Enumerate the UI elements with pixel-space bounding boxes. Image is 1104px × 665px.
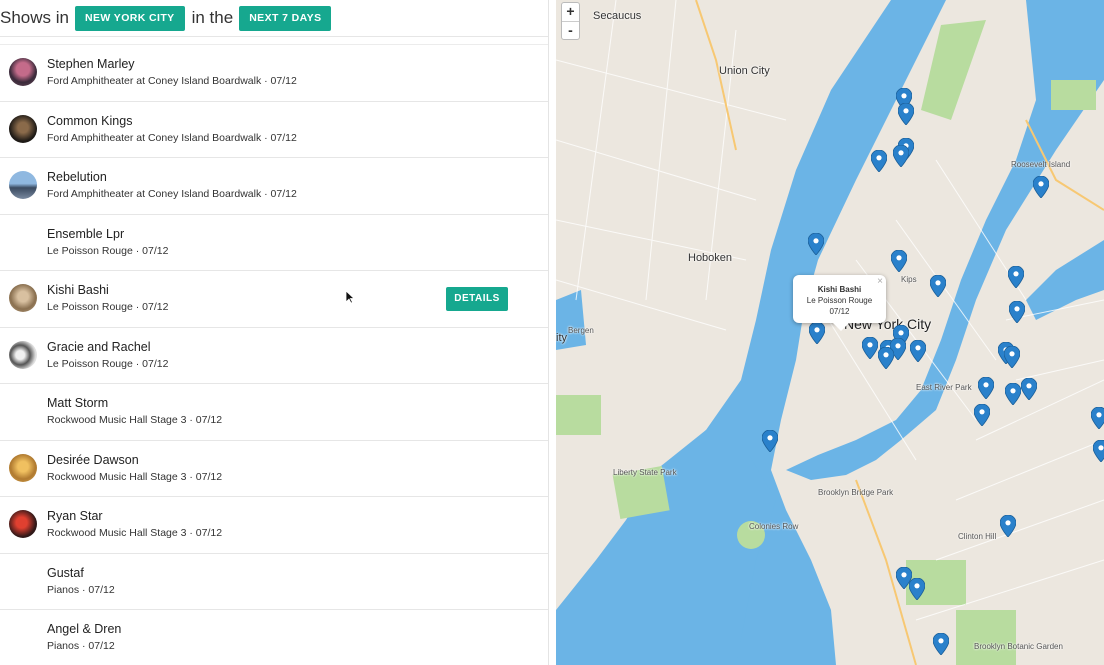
avatar: [9, 340, 37, 369]
avatar: [9, 58, 37, 86]
show-venue-date: Pianos · 07/12: [47, 640, 115, 652]
list-item[interactable]: Matt Storm Rockwood Music Hall Stage 3 ·…: [0, 383, 548, 440]
shows-panel: Shows in NEW YORK CITY in the NEXT 7 DAY…: [0, 0, 549, 665]
list-item[interactable]: Common Kings Ford Amphitheater at Coney …: [0, 100, 548, 158]
show-venue-date: Rockwood Music Hall Stage 3 · 07/12: [47, 470, 223, 483]
show-name: Ensemble Lpr: [47, 226, 125, 241]
city-selector-button[interactable]: NEW YORK CITY: [74, 5, 185, 31]
details-button[interactable]: DETAILS: [446, 287, 508, 311]
map-marker-icon[interactable]: [910, 340, 926, 362]
avatar: [9, 510, 37, 538]
map-marker-icon[interactable]: [891, 250, 907, 272]
popup-close-button[interactable]: ×: [877, 276, 883, 287]
show-venue-date: Ford Amphitheater at Coney Island Boardw…: [47, 75, 297, 87]
map-marker-icon[interactable]: [1091, 407, 1104, 429]
avatar: [9, 171, 37, 199]
map-label-governors: Colonies Row: [749, 522, 799, 531]
show-name: Matt Storm: [47, 396, 109, 410]
zoom-control: + -: [561, 2, 580, 40]
map-marker-icon[interactable]: [762, 430, 778, 452]
avatar: [9, 284, 37, 312]
map-label-bergen: Bergen: [568, 326, 594, 335]
map-label-liberty-state-park: Liberty State Park: [613, 468, 677, 477]
list-item[interactable]: Stephen Marley Ford Amphitheater at Cone…: [0, 44, 548, 101]
list-item[interactable]: Ensemble Lpr Le Poisson Rouge · 07/12: [0, 213, 548, 271]
header-prefix: Shows in: [0, 8, 69, 27]
show-name: Ryan Star: [47, 509, 103, 523]
list-item[interactable]: Gustaf Pianos · 07/12: [0, 552, 548, 610]
map-marker-icon[interactable]: [1000, 515, 1016, 537]
map-label-union-city: Union City: [719, 65, 770, 77]
mouse-cursor-icon: [345, 290, 355, 304]
map-label-city-edge: ity: [556, 332, 567, 344]
show-name: Common Kings: [47, 113, 133, 128]
show-name: Rebelution: [47, 170, 107, 184]
show-name: Gustaf: [47, 565, 84, 580]
map-label-hoboken: Hoboken: [688, 252, 733, 264]
map-label-roosevelt-island: Roosevelt Island: [1011, 160, 1071, 169]
map-marker-icon[interactable]: [1033, 176, 1049, 198]
map-marker-icon[interactable]: [1093, 440, 1104, 462]
map-marker-icon[interactable]: [893, 145, 909, 167]
show-name: Angel & Dren: [47, 622, 122, 636]
popup-venue: Le Poisson Rouge: [806, 296, 873, 305]
map[interactable]: + - Secaucus Union City Hoboken New York…: [556, 0, 1104, 665]
map-marker-icon[interactable]: [1009, 301, 1025, 323]
header-middle: in the: [191, 8, 234, 27]
map-label-east-river-park: East River Park: [916, 383, 972, 392]
show-venue-date: Ford Amphitheater at Coney Island Boardw…: [47, 131, 297, 144]
map-marker-icon[interactable]: [1008, 266, 1024, 288]
show-venue-date: Le Poisson Rouge · 07/12: [47, 301, 169, 313]
shows-header: Shows in NEW YORK CITY in the NEXT 7 DAY…: [0, 0, 548, 37]
avatar: [9, 114, 37, 143]
show-venue-date: Rockwood Music Hall Stage 3 · 07/12: [47, 527, 223, 539]
map-marker-icon[interactable]: [878, 347, 894, 369]
map-label-brooklyn-botanic: Brooklyn Botanic Garden: [974, 642, 1063, 651]
map-marker-icon[interactable]: [1004, 346, 1020, 368]
map-marker-icon[interactable]: [978, 377, 994, 399]
map-label-secaucus: Secaucus: [593, 10, 642, 22]
map-marker-icon[interactable]: [1005, 383, 1021, 405]
show-name: Gracie and Rachel: [47, 339, 151, 354]
popup-date: 07/12: [829, 307, 850, 316]
map-marker-icon[interactable]: [909, 578, 925, 600]
map-label-brooklyn-bridge-park: Brooklyn Bridge Park: [818, 488, 894, 497]
show-name: Stephen Marley: [47, 57, 135, 71]
map-label-kips: Kips: [901, 275, 917, 284]
list-item[interactable]: Kishi Bashi Le Poisson Rouge · 07/12 DET…: [0, 270, 548, 327]
list-item[interactable]: Desirée Dawson Rockwood Music Hall Stage…: [0, 439, 548, 497]
show-venue-date: Pianos · 07/12: [47, 583, 115, 596]
list-item[interactable]: Rebelution Ford Amphitheater at Coney Is…: [0, 157, 548, 214]
map-marker-icon[interactable]: [862, 337, 878, 359]
map-marker-icon[interactable]: [809, 322, 825, 344]
show-name: Kishi Bashi: [47, 283, 109, 297]
map-marker-icon[interactable]: [871, 150, 887, 172]
show-venue-date: Ford Amphitheater at Coney Island Boardw…: [47, 188, 297, 200]
marker-popup: × Kishi Bashi Le Poisson Rouge 07/12: [793, 275, 886, 331]
map-marker-icon[interactable]: [898, 103, 914, 125]
map-marker-icon[interactable]: [808, 233, 824, 255]
show-venue-date: Le Poisson Rouge · 07/12: [47, 244, 169, 257]
map-tiles[interactable]: [556, 0, 1104, 665]
map-marker-icon[interactable]: [933, 633, 949, 655]
map-marker-icon[interactable]: [930, 275, 946, 297]
show-name: Desirée Dawson: [47, 452, 139, 467]
show-venue-date: Rockwood Music Hall Stage 3 · 07/12: [47, 414, 223, 426]
show-venue-date: Le Poisson Rouge · 07/12: [47, 357, 169, 370]
map-marker-icon[interactable]: [974, 404, 990, 426]
avatar: [9, 453, 37, 482]
popup-title: Kishi Bashi: [817, 285, 862, 294]
list-item[interactable]: Angel & Dren Pianos · 07/12: [0, 609, 548, 665]
zoom-out-button[interactable]: -: [562, 21, 579, 39]
map-marker-icon[interactable]: [1021, 378, 1037, 400]
list-item[interactable]: Gracie and Rachel Le Poisson Rouge · 07/…: [0, 326, 548, 384]
date-range-button[interactable]: NEXT 7 DAYS: [239, 5, 332, 31]
map-label-clinton-hill: Clinton Hill: [958, 532, 997, 541]
list-item[interactable]: Ryan Star Rockwood Music Hall Stage 3 · …: [0, 496, 548, 553]
show-list: Stephen Marley Ford Amphitheater at Cone…: [0, 44, 548, 665]
zoom-in-button[interactable]: +: [562, 3, 579, 21]
